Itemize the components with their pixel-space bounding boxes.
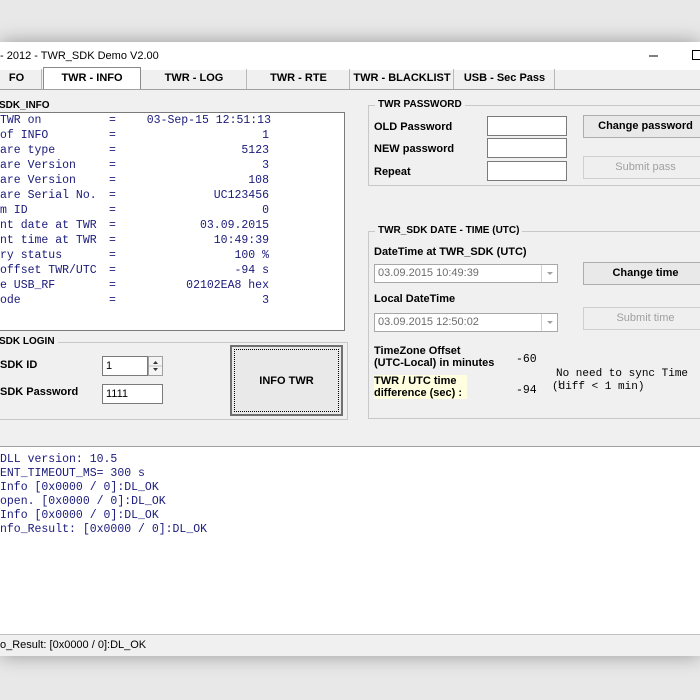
tab-twr-blacklist[interactable]: TWR - BLACKLIST bbox=[351, 69, 454, 90]
info-row: are type = 5123 bbox=[0, 144, 269, 157]
repeat-password-input[interactable] bbox=[487, 161, 567, 181]
info-row: m ID = 0 bbox=[0, 204, 269, 217]
local-datetime-combo[interactable]: 03.09.2015 12:50:02 bbox=[374, 313, 558, 332]
info-twr-button[interactable]: INFO TWR bbox=[230, 345, 343, 416]
local-datetime-label: Local DateTime bbox=[374, 293, 456, 305]
window-title: - 2012 - TWR_SDK Demo V2.00 bbox=[0, 50, 159, 62]
change-time-button[interactable]: Change time bbox=[583, 262, 700, 285]
submit-time-button[interactable]: Submit time bbox=[583, 307, 700, 330]
info-row: TWR on = 03-Sep-15 12:51:13 bbox=[0, 114, 271, 127]
datetime-twr-combo[interactable]: 03.09.2015 10:49:39 bbox=[374, 264, 558, 283]
info-row: of INFO = 1 bbox=[0, 129, 269, 142]
maximize-button[interactable] bbox=[684, 44, 700, 66]
log-line: ENT_TIMEOUT_MS= 300 s bbox=[0, 467, 145, 480]
info-row: offset TWR/UTC = -94 s bbox=[0, 264, 269, 277]
log-line: DLL version: 10.5 bbox=[0, 453, 118, 466]
info-row: nt time at TWR = 10:49:39 bbox=[0, 234, 269, 247]
tab-usb-sec-pass[interactable]: USB - Sec Pass bbox=[455, 69, 555, 90]
tab-twr-rte[interactable]: TWR - RTE bbox=[248, 69, 350, 90]
sdk-info-title: SDK_INFO bbox=[0, 100, 53, 112]
chevron-down-icon bbox=[541, 265, 557, 282]
minimize-button[interactable] bbox=[640, 44, 666, 66]
twr-password-title: TWR PASSWORD bbox=[375, 99, 465, 111]
info-row: are Version = 108 bbox=[0, 174, 269, 187]
log-line: open. [0x0000 / 0]:DL_OK bbox=[0, 495, 166, 508]
info-row: nt date at TWR = 03.09.2015 bbox=[0, 219, 269, 232]
log-line: Info [0x0000 / 0]:DL_OK bbox=[0, 509, 159, 522]
app-window: - 2012 - TWR_SDK Demo V2.00 FO TWR - INF… bbox=[0, 42, 700, 656]
sdk-password-label: SDK Password bbox=[0, 386, 79, 398]
info-row: are Version = 3 bbox=[0, 159, 269, 172]
info-row: ode = 3 bbox=[0, 294, 269, 307]
sdk-id-input[interactable]: 1 bbox=[102, 356, 148, 376]
tab-info[interactable]: FO bbox=[0, 69, 42, 90]
change-password-button[interactable]: Change password bbox=[583, 115, 700, 138]
time-difference-value: -94 bbox=[516, 384, 537, 397]
info-row: e USB_RF = 02102EA8 hex bbox=[0, 279, 269, 292]
sdk-password-input[interactable]: 1111 bbox=[102, 384, 163, 404]
log-output[interactable]: DLL version: 10.5 ENT_TIMEOUT_MS= 300 s … bbox=[0, 446, 700, 634]
info-row: ry status = 100 % bbox=[0, 249, 269, 262]
time-difference-label: TWR / UTC time difference (sec) : bbox=[374, 375, 468, 399]
old-password-label: OLD Password bbox=[374, 121, 453, 133]
repeat-password-label: Repeat bbox=[374, 166, 411, 178]
log-line: Info [0x0000 / 0]:DL_OK bbox=[0, 481, 159, 494]
maximize-icon bbox=[692, 50, 700, 60]
new-password-input[interactable] bbox=[487, 138, 567, 158]
log-line: nfo_Result: [0x0000 / 0]:DL_OK bbox=[0, 523, 208, 536]
tab-twr-info[interactable]: TWR - INFO bbox=[43, 67, 141, 90]
twr-datetime-title: TWR_SDK DATE - TIME (UTC) bbox=[375, 225, 523, 237]
tab-divider bbox=[0, 89, 700, 90]
sdk-login-title: SDK LOGIN bbox=[0, 336, 58, 348]
spinner-arrows-icon bbox=[149, 361, 162, 371]
timezone-offset-value: -60 bbox=[516, 353, 537, 366]
new-password-label: NEW password bbox=[374, 143, 455, 155]
chevron-down-icon bbox=[541, 314, 557, 331]
minimize-icon bbox=[649, 55, 658, 57]
submit-pass-button[interactable]: Submit pass bbox=[583, 156, 700, 179]
timezone-offset-label: TimeZone Offset (UTC-Local) in minutes bbox=[374, 345, 495, 369]
sdk-info-box: TWR on = 03-Sep-15 12:51:13 of INFO = 1 are … bbox=[0, 112, 345, 331]
status-text: o_Result: [0x0000 / 0]:DL_OK bbox=[0, 639, 147, 651]
datetime-twr-label: DateTime at TWR_SDK (UTC) bbox=[374, 246, 527, 258]
tab-twr-log[interactable]: TWR - LOG bbox=[142, 69, 247, 90]
info-row: are Serial No. = UC123456 bbox=[0, 189, 269, 202]
old-password-input[interactable] bbox=[487, 116, 567, 136]
title-bar: - 2012 - TWR_SDK Demo V2.00 bbox=[0, 42, 700, 70]
sync-note-line-2: (diff < 1 min) bbox=[552, 381, 645, 393]
status-bar: o_Result: [0x0000 / 0]:DL_OK bbox=[0, 634, 700, 656]
sdk-id-label: SDK ID bbox=[0, 359, 38, 371]
sdk-id-spinner[interactable] bbox=[148, 356, 163, 376]
